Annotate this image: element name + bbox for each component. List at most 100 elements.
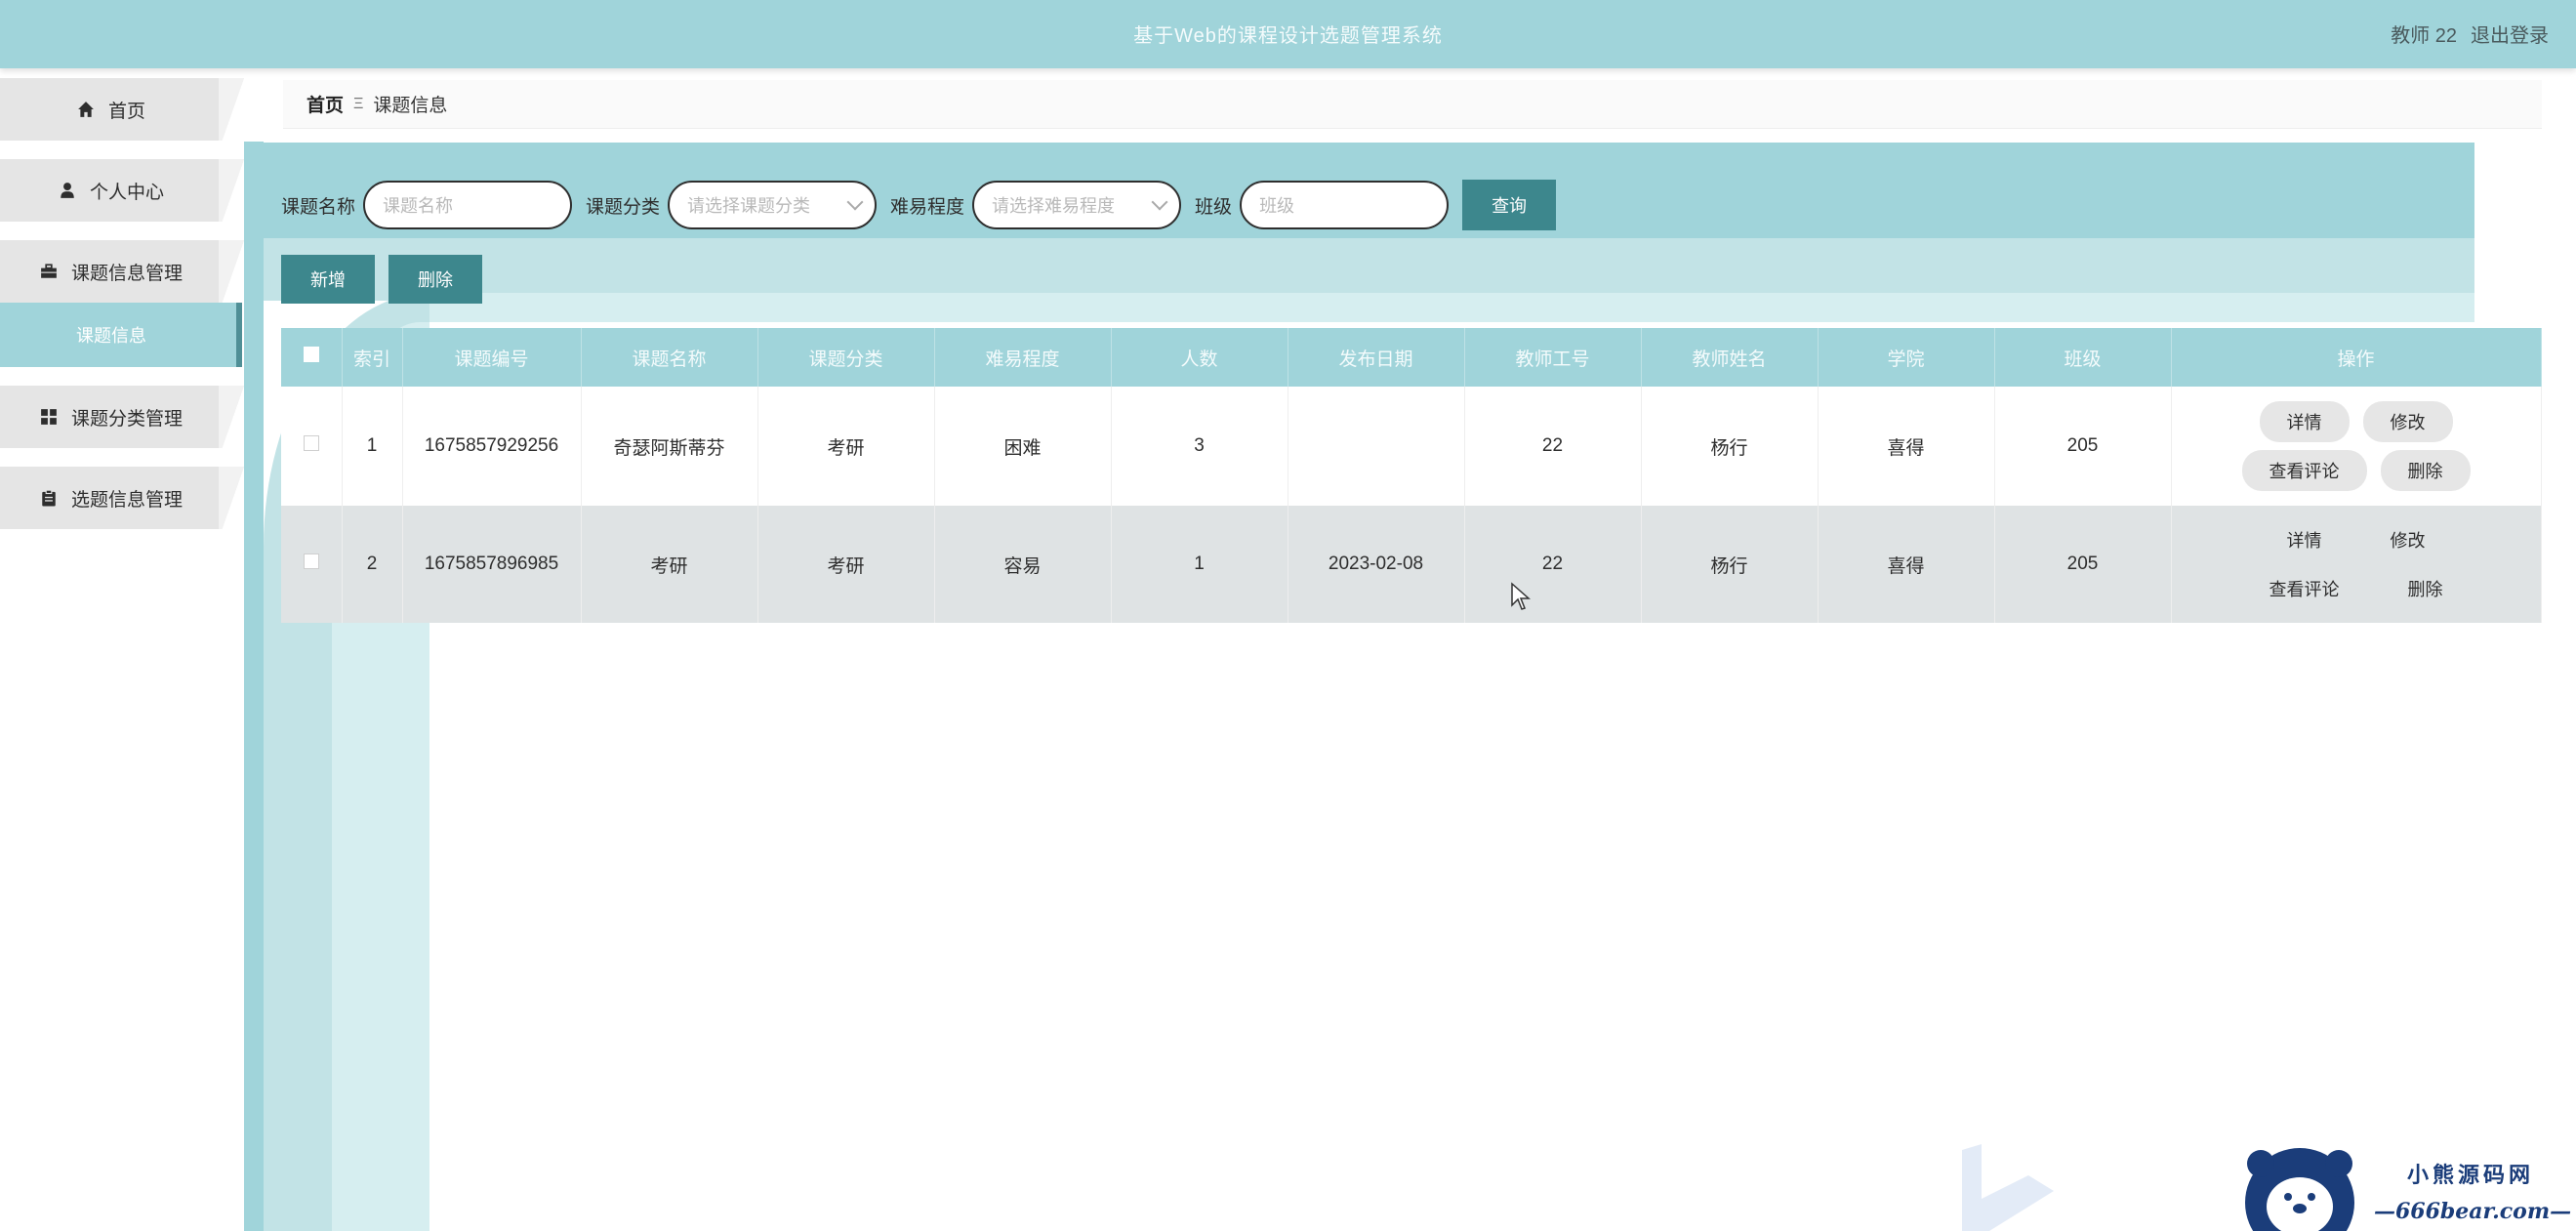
cell-difficulty: 困难 (934, 387, 1112, 506)
column-header: 教师工号 (1464, 328, 1642, 387)
table-header-row: 索引 课题编号 课题名称 课题分类 难易程度 人数 发布日期 教师工号 教师姓名… (281, 328, 2542, 387)
row-checkbox[interactable] (303, 435, 319, 451)
cell-code: 1675857896985 (402, 506, 582, 623)
column-header: 学院 (1818, 328, 1995, 387)
sidebar-item-label: 课题信息管理 (70, 263, 183, 284)
cell-teacher-name: 杨行 (1641, 506, 1819, 623)
column-header: 发布日期 (1288, 328, 1465, 387)
decor-left-band (244, 142, 264, 1231)
cell-code: 1675857929256 (402, 387, 582, 506)
mouse-cursor-icon (1511, 582, 1531, 610)
difficulty-label: 难易程度 (890, 196, 965, 218)
add-button[interactable]: 新增 (281, 255, 375, 304)
cell-ops: 详情 修改 查看评论 删除 (2171, 387, 2542, 506)
breadcrumb-home[interactable]: 首页 (307, 91, 344, 117)
sidebar-subitem-topic-info[interactable]: 课题信息 (0, 303, 242, 367)
view-comments-button[interactable]: 查看评论 (2241, 568, 2367, 609)
search-form: 课题名称 课题名称 课题分类 请选择课题分类 难易程度 请选择难易程度 班级 班… (281, 180, 1557, 230)
cell-teacher-id: 22 (1464, 387, 1642, 506)
breadcrumb-separator-icon: Ξ (353, 95, 364, 112)
cell-date: 2023-02-08 (1288, 506, 1465, 623)
cell-college: 喜得 (1818, 506, 1995, 623)
cell-class: 205 (1994, 506, 2172, 623)
cell-teacher-name: 杨行 (1641, 387, 1819, 506)
cell-category: 考研 (757, 387, 935, 506)
table-row: 1 1675857929256 奇瑟阿斯蒂芬 考研 困难 3 22 杨行 喜得 … (281, 387, 2542, 506)
watermark-url: —666bear.com— (2374, 1199, 2572, 1224)
row-checkbox[interactable] (303, 554, 319, 569)
cell-ops: 详情 修改 查看评论 删除 (2171, 506, 2542, 623)
cell-college: 喜得 (1818, 387, 1995, 506)
detail-button[interactable]: 详情 (2259, 519, 2350, 560)
class-input[interactable]: 班级 (1240, 181, 1450, 229)
batch-delete-button[interactable]: 删除 (388, 255, 482, 304)
app-title: 基于Web的课程设计选题管理系统 (1133, 25, 1443, 47)
column-header: 班级 (1994, 328, 2172, 387)
cell-difficulty: 容易 (934, 506, 1112, 623)
user-area: 教师 22 退出登录 (2391, 20, 2549, 48)
topic-name-input[interactable]: 课题名称 (363, 181, 573, 229)
action-bar: 新增 删除 (281, 255, 482, 304)
watermark-logo-icon (1962, 1144, 2054, 1231)
chevron-down-icon (1151, 193, 1168, 211)
column-header: 教师姓名 (1641, 328, 1819, 387)
decor-third-band (429, 293, 2474, 322)
sidebar-item-category-manage[interactable]: 课题分类管理 (0, 386, 244, 448)
sidebar-item-label: 选题信息管理 (70, 489, 183, 511)
grid-icon (40, 408, 58, 426)
select-all-checkbox[interactable] (303, 347, 319, 362)
top-bar: 基于Web的课程设计选题管理系统 教师 22 退出登录 (0, 0, 2576, 68)
cell-name: 考研 (581, 506, 758, 623)
cell-name: 奇瑟阿斯蒂芬 (581, 387, 758, 506)
column-header: 课题分类 (757, 328, 935, 387)
sidebar-item-selection-manage[interactable]: 选题信息管理 (0, 467, 244, 529)
cell-index: 1 (342, 387, 403, 506)
column-header: 课题名称 (581, 328, 758, 387)
sidebar: 首页 个人中心 课题信息管理 课题信息 课题分类管理 选题信息管理 (0, 78, 246, 548)
current-user: 教师 22 (2391, 25, 2457, 47)
cell-date (1288, 387, 1465, 506)
sidebar-item-label: 个人中心 (89, 182, 164, 203)
category-select[interactable]: 请选择课题分类 (668, 181, 878, 229)
breadcrumb-current: 课题信息 (373, 96, 448, 116)
sidebar-item-home[interactable]: 首页 (0, 78, 244, 141)
sidebar-item-profile[interactable]: 个人中心 (0, 159, 244, 222)
cell-teacher-id: 22 (1464, 506, 1642, 623)
edit-button[interactable]: 修改 (2362, 401, 2453, 442)
delete-row-button[interactable]: 删除 (2380, 568, 2471, 609)
search-button[interactable]: 查询 (1462, 180, 1557, 230)
home-icon (77, 101, 95, 118)
chevron-down-icon (846, 193, 864, 211)
name-label: 课题名称 (281, 196, 356, 218)
delete-row-button[interactable]: 删除 (2380, 450, 2471, 491)
decor-second-band (264, 238, 2474, 301)
clipboard-icon (40, 489, 58, 507)
column-header: 难易程度 (934, 328, 1112, 387)
briefcase-icon (40, 263, 58, 280)
watermark-text: 小熊源码网 (2407, 1163, 2535, 1188)
sidebar-item-topic-manage[interactable]: 课题信息管理 (0, 240, 244, 303)
bear-logo-icon (2245, 1148, 2354, 1231)
column-header: 课题编号 (402, 328, 582, 387)
sidebar-item-label: 首页 (107, 101, 145, 122)
user-icon (59, 182, 76, 199)
column-header: 操作 (2171, 328, 2542, 387)
view-comments-button[interactable]: 查看评论 (2241, 450, 2367, 491)
sidebar-subitem-label: 课题信息 (76, 326, 146, 346)
edit-button[interactable]: 修改 (2362, 519, 2453, 560)
cell-category: 考研 (757, 506, 935, 623)
class-label: 班级 (1195, 196, 1233, 218)
cell-index: 2 (342, 506, 403, 623)
logout-link[interactable]: 退出登录 (2471, 20, 2549, 48)
category-label: 课题分类 (586, 196, 661, 218)
difficulty-select[interactable]: 请选择难易程度 (972, 181, 1182, 229)
topic-table: 索引 课题编号 课题名称 课题分类 难易程度 人数 发布日期 教师工号 教师姓名… (281, 328, 2542, 623)
sidebar-item-label: 课题分类管理 (70, 408, 183, 430)
select-all-cell[interactable] (281, 328, 343, 387)
column-header: 人数 (1111, 328, 1288, 387)
cell-count: 1 (1111, 506, 1288, 623)
detail-button[interactable]: 详情 (2259, 401, 2350, 442)
table-row: 2 1675857896985 考研 考研 容易 1 2023-02-08 22… (281, 506, 2542, 623)
cell-count: 3 (1111, 387, 1288, 506)
cell-class: 205 (1994, 387, 2172, 506)
